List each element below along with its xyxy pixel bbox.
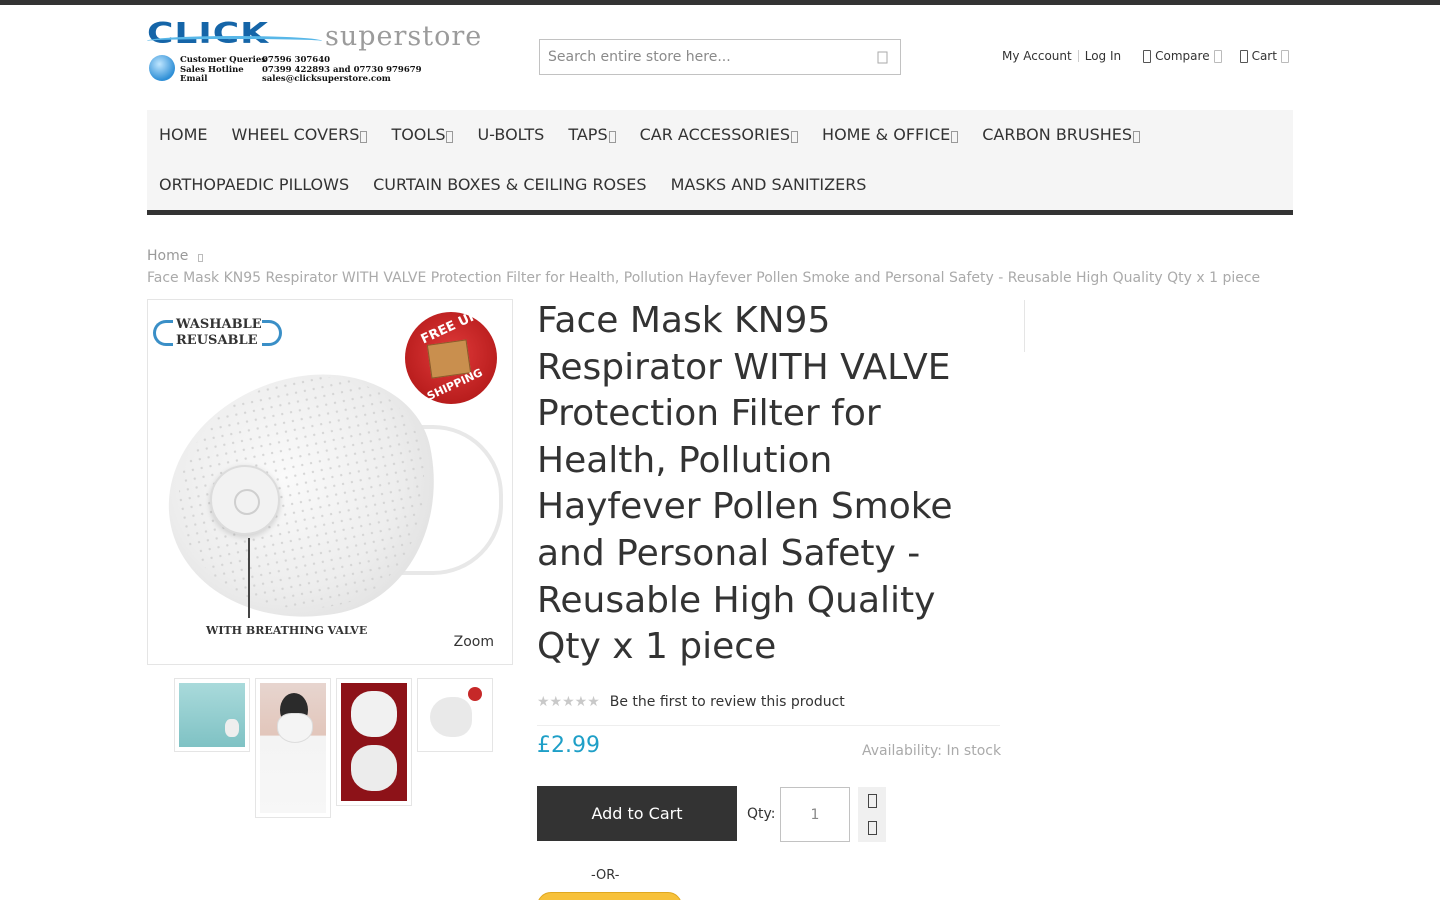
product-price: £2.99: [537, 733, 600, 758]
submenu-arrow-icon: [791, 131, 799, 143]
thumbnail-item[interactable]: [255, 678, 331, 818]
thumbnail-image-pack: [341, 683, 407, 801]
nav-item-wheel-covers[interactable]: WHEEL COVERS: [232, 125, 368, 145]
top-bar: [0, 0, 1440, 5]
cart-label: Cart: [1251, 49, 1277, 63]
nav-item-masks-sanitizers[interactable]: MASKS AND SANITIZERS: [671, 175, 867, 195]
divider: [537, 725, 1000, 726]
or-separator: -OR-: [591, 868, 620, 883]
chevron-down-icon: [1280, 49, 1289, 63]
submenu-arrow-icon: [951, 131, 959, 143]
nav-item-curtain-boxes[interactable]: CURTAIN BOXES & CEILING ROSES: [373, 175, 646, 195]
paypal-checkout-button[interactable]: [537, 892, 682, 900]
rating-stars-icon: ★★★★★: [537, 694, 600, 710]
zoom-label[interactable]: Zoom: [454, 634, 494, 650]
header-links: My Account Log In Compare Cart: [1002, 49, 1289, 63]
image-text-reusable: REUSABLE: [176, 333, 258, 348]
phone-icon: [149, 55, 175, 81]
cart-link[interactable]: Cart: [1239, 49, 1289, 63]
valve-caption: WITH BREATHING VALVE: [206, 624, 368, 637]
log-in-link[interactable]: Log In: [1085, 49, 1121, 63]
product-title: Face Mask KN95 Respirator WITH VALVE Pro…: [537, 300, 953, 668]
compare-link[interactable]: Compare: [1143, 49, 1222, 63]
column-divider: [1024, 300, 1025, 352]
submenu-arrow-icon: [608, 131, 616, 143]
breadcrumb-separator-icon: [198, 253, 204, 262]
nav-item-label: WHEEL COVERS: [231, 125, 360, 144]
breadcrumb-home-link[interactable]: Home: [147, 248, 188, 264]
nav-item-label: HOME & OFFICE: [822, 125, 951, 144]
thumbnail-item[interactable]: [417, 678, 493, 752]
nav-item-label: CARBON BRUSHES: [982, 125, 1133, 144]
stock-status: Availability: In stock: [862, 743, 1002, 759]
nav-row-1: HOME WHEEL COVERS TOOLS U-BOLTS TAPS CAR…: [159, 125, 1164, 145]
mask-texture: [156, 356, 450, 634]
review-link[interactable]: Be the first to review this product: [610, 694, 845, 710]
nav-item-label: CAR ACCESSORIES: [639, 125, 791, 144]
nav-item-label: U-BOLTS: [477, 125, 545, 144]
cart-icon: [1239, 49, 1248, 63]
breadcrumb-current: Face Mask KN95 Respirator WITH VALVE Pro…: [147, 270, 1261, 286]
search-box: [539, 39, 901, 75]
nav-item-label: HOME: [159, 125, 208, 144]
thumbnail-strip: [174, 678, 493, 818]
product-main-image[interactable]: WASHABLE REUSABLE FREE UK SHIPPING WITH …: [147, 299, 513, 665]
thumbnail-item[interactable]: [336, 678, 412, 806]
submenu-arrow-icon: [360, 131, 368, 143]
nav-item-u-bolts[interactable]: U-BOLTS: [477, 125, 544, 145]
washable-reusable-text: WASHABLE REUSABLE: [176, 317, 262, 349]
nav-item-label: TOOLS: [391, 125, 446, 144]
search-icon[interactable]: [874, 48, 892, 66]
site-logo[interactable]: CLICK superstore Customer Queries 07596 3…: [147, 20, 507, 88]
qty-decrease-icon[interactable]: [867, 821, 877, 836]
product-rating: ★★★★★ Be the first to review this produc…: [537, 694, 845, 710]
nav-item-label: MASKS AND SANITIZERS: [670, 175, 867, 194]
thumbnail-item[interactable]: [174, 678, 250, 752]
thumbnail-image-mask: [422, 683, 488, 747]
contact-value: sales@clicksuperstore.com: [262, 74, 391, 84]
compare-label: Compare: [1155, 49, 1210, 63]
add-to-cart-button[interactable]: Add to Cart: [537, 786, 737, 841]
submenu-arrow-icon: [1133, 131, 1141, 143]
contact-label: Email: [180, 74, 208, 84]
submenu-arrow-icon: [446, 131, 454, 143]
main-nav: HOME WHEEL COVERS TOOLS U-BOLTS TAPS CAR…: [147, 110, 1293, 215]
nav-item-car-accessories[interactable]: CAR ACCESSORIES: [639, 125, 799, 145]
logo-word-sub: superstore: [325, 21, 483, 52]
nav-item-label: CURTAIN BOXES & CEILING ROSES: [373, 175, 647, 194]
valve-pointer-arrow: [248, 538, 250, 618]
search-input[interactable]: [540, 40, 860, 74]
nav-item-carbon-brushes[interactable]: CARBON BRUSHES: [982, 125, 1141, 145]
reusable-arrow-icon: [262, 320, 282, 346]
quantity-stepper: [858, 787, 886, 842]
nav-item-label: ORTHOPAEDIC PILLOWS: [159, 175, 350, 194]
free-shipping-badge: FREE UK SHIPPING: [405, 308, 497, 404]
nav-item-taps[interactable]: TAPS: [568, 125, 616, 145]
logo-swoosh: [147, 36, 322, 46]
chevron-down-icon: [1213, 49, 1222, 63]
breathing-valve: [210, 465, 280, 535]
washable-arrow-icon: [153, 320, 173, 346]
nav-item-orthopaedic-pillows[interactable]: ORTHOPAEDIC PILLOWS: [159, 175, 349, 195]
my-account-link[interactable]: My Account: [1002, 49, 1072, 63]
logo-contact-info: Customer Queries 07596 307640 Sales Hotli…: [180, 55, 422, 85]
thumbnail-image-model: [260, 683, 326, 813]
thumbnail-image-box: [179, 683, 245, 747]
link-divider: [1077, 50, 1079, 62]
nav-item-home[interactable]: HOME: [159, 125, 208, 145]
compare-icon: [1143, 49, 1152, 63]
qty-input[interactable]: [780, 787, 850, 842]
qty-label: Qty:: [747, 806, 776, 822]
nav-item-home-office[interactable]: HOME & OFFICE: [822, 125, 959, 145]
breadcrumb: Home: [147, 248, 204, 264]
nav-item-tools[interactable]: TOOLS: [391, 125, 454, 145]
image-text-washable: WASHABLE: [176, 317, 262, 332]
qty-increase-icon[interactable]: [867, 793, 877, 808]
nav-item-label: TAPS: [568, 125, 608, 144]
nav-row-2: ORTHOPAEDIC PILLOWS CURTAIN BOXES & CEIL…: [159, 175, 890, 195]
